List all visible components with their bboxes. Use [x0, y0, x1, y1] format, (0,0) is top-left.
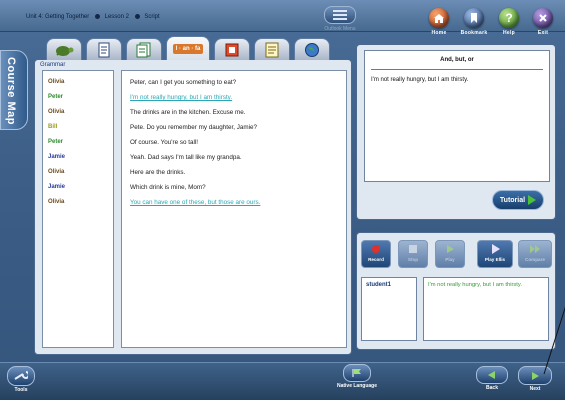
bullet-icon: [134, 14, 140, 19]
speaker-name: Peter: [48, 139, 64, 145]
play-ellis-label: Play Ellis: [484, 257, 506, 262]
globe-icon: [305, 42, 319, 57]
speaker-name: Olivia: [48, 109, 65, 115]
record-button[interactable]: Record: [361, 240, 391, 268]
bookmark-icon: [464, 8, 484, 28]
exit-button[interactable]: Exit: [529, 8, 557, 36]
home-button[interactable]: Home: [425, 8, 453, 36]
tab-pages[interactable]: [126, 38, 162, 60]
bookmark-button[interactable]: Bookmark: [460, 8, 488, 36]
exit-label: Exit: [537, 30, 549, 36]
bullet-icon: [94, 14, 100, 19]
turtle-icon: [56, 45, 74, 56]
menu-icon: [324, 6, 356, 24]
record-label: Record: [368, 257, 384, 262]
play-ellis-button[interactable]: Play Ellis: [477, 240, 513, 268]
pages-icon: [136, 42, 151, 57]
recording-transcript: I'm not really hungry, but I am thirsty.: [423, 277, 549, 341]
dialog-script: Peter, can I get you something to eat? I…: [121, 70, 347, 348]
stop-button[interactable]: Stop: [398, 240, 428, 268]
pronunciation-icon: l · an · fa: [172, 43, 204, 54]
tab-globe[interactable]: [294, 38, 330, 60]
speaker-name: Bill: [48, 124, 58, 130]
wrench-icon: [7, 366, 35, 386]
dialog-line[interactable]: The drinks are in the kitchen. Excuse me…: [130, 109, 246, 116]
help-button[interactable]: ? Help: [495, 8, 523, 36]
breadcrumb-unit: Unit 4: Getting Together: [26, 14, 90, 21]
tutorial-label: Tutorial: [499, 196, 526, 204]
dialog-line[interactable]: Yeah. Dad says I'm tall like my grandpa.: [130, 154, 242, 161]
help-label: Help: [502, 30, 516, 36]
dialog-line[interactable]: You can have one of these, but those are…: [130, 199, 260, 206]
outlook-menu-label: Outlook Menu: [324, 26, 356, 32]
close-icon: [533, 8, 553, 28]
tools-button[interactable]: Tools: [6, 366, 36, 393]
student-box: student1: [361, 277, 417, 341]
tab-notes[interactable]: [254, 38, 290, 60]
next-label: Next: [529, 386, 541, 392]
flag-icon: [343, 364, 371, 382]
speaker-name: Olivia: [48, 79, 65, 85]
compare-button[interactable]: Compare: [518, 240, 552, 268]
dialog-line[interactable]: Which drink is mine, Mom?: [130, 184, 206, 191]
speaker-name: Olivia: [48, 199, 65, 205]
compare-label: Compare: [525, 257, 545, 262]
document-icon: [98, 42, 110, 57]
native-language-label: Native Language: [336, 383, 377, 389]
grammar-note-box: And, but, or I'm not really hungry, but …: [364, 50, 550, 182]
tab-book[interactable]: [214, 38, 250, 60]
mouse-pointer: [540, 300, 565, 380]
arrow-right-icon: [528, 195, 537, 205]
student-label: student1: [366, 282, 392, 288]
home-icon: [429, 8, 449, 28]
play-icon: [447, 245, 454, 253]
dialog-line[interactable]: Of course. You're so tall!: [130, 139, 198, 146]
course-map-label: Course Map: [5, 57, 17, 125]
tab-document[interactable]: [86, 38, 122, 60]
stop-icon: [409, 245, 417, 253]
book-icon: [225, 43, 239, 56]
home-label: Home: [431, 30, 447, 36]
record-icon: [372, 245, 380, 253]
breadcrumb-lesson: Lesson 2: [104, 14, 129, 21]
grammar-note-text: I'm not really hungry, but I am thirsty.: [371, 77, 469, 83]
grammar-label: Grammar: [40, 62, 66, 68]
speaker-name: Jamie: [48, 184, 66, 190]
divider: [371, 69, 543, 70]
speaker-name: Jamie: [48, 154, 66, 160]
tab-turtle[interactable]: [46, 38, 82, 60]
breadcrumb: Unit 4: Getting Together Lesson 2 Script: [26, 14, 160, 20]
stop-label: Stop: [407, 257, 419, 262]
dialog-line[interactable]: Pete. Do you remember my daughter, Jamie…: [130, 124, 257, 131]
notes-icon: [265, 42, 279, 57]
back-button[interactable]: Back: [476, 366, 508, 391]
arrow-left-icon: [476, 366, 508, 384]
tools-label: Tools: [14, 387, 28, 393]
play-label: Play: [445, 257, 455, 262]
play-ellis-icon: [492, 244, 500, 254]
transcript-text: I'm not really hungry, but I am thirsty.: [428, 282, 522, 288]
speaker-name: Peter: [48, 94, 64, 100]
speaker-name: Olivia: [48, 169, 65, 175]
dialog-line[interactable]: Here are the drinks.: [130, 169, 185, 176]
help-icon: ?: [499, 8, 519, 28]
tutorial-button[interactable]: Tutorial: [492, 190, 544, 210]
grammar-note-title: And, but, or: [440, 57, 474, 63]
breadcrumb-section: Script: [144, 14, 160, 21]
bookmark-label: Bookmark: [460, 30, 488, 36]
back-label: Back: [486, 385, 498, 391]
dialog-line[interactable]: I'm not really hungry, but I am thirsty.: [130, 94, 232, 101]
outlook-menu-button[interactable]: Outlook Menu: [316, 6, 364, 32]
course-map-tab[interactable]: Course Map: [0, 50, 28, 130]
native-language-button[interactable]: Native Language: [322, 364, 392, 389]
dialog-line[interactable]: Peter, can I get you something to eat?: [130, 79, 236, 86]
tab-pronunciation[interactable]: l · an · fa: [166, 36, 210, 60]
compare-icon: [530, 245, 540, 253]
speaker-list: Olivia Peter Olivia Bill Peter Jamie Oli…: [42, 70, 114, 348]
play-button[interactable]: Play: [435, 240, 465, 268]
